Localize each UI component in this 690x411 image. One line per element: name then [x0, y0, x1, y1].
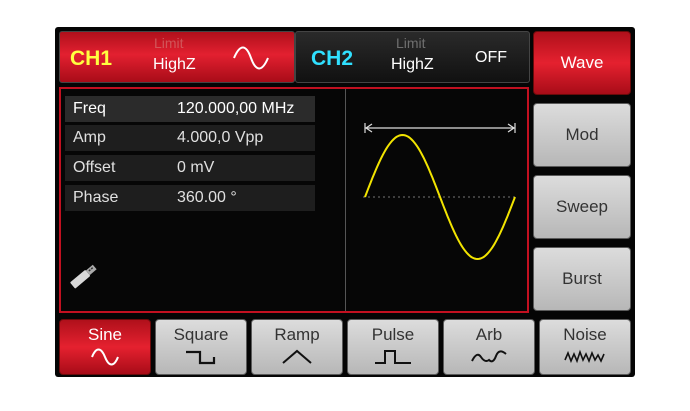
- menu-mod-button[interactable]: Mod: [533, 103, 631, 167]
- ch2-label: CH2: [311, 47, 354, 70]
- param-amp[interactable]: Amp 4.000,0 Vpp: [65, 125, 315, 151]
- param-value: 120.000,00 MHz: [177, 100, 295, 117]
- ch2-status-button[interactable]: CH2 Limit HighZ OFF: [295, 31, 530, 83]
- ch1-impedance: HighZ: [153, 56, 196, 73]
- wave-tab-pulse[interactable]: Pulse: [347, 319, 439, 375]
- waveform-preview: [363, 123, 517, 261]
- wave-tab-label: Pulse: [371, 325, 415, 344]
- wave-tab-label: Sine: [87, 325, 123, 344]
- parameter-panel: Freq 120.000,00 MHz Amp 4.000,0 Vpp Offs…: [59, 87, 529, 313]
- wave-tab-label: Square: [173, 325, 229, 344]
- param-value: 4.000,0 Vpp: [177, 129, 264, 146]
- arb-wave-icon: [471, 350, 507, 363]
- sine-trace: [364, 133, 516, 261]
- sine-icon: [233, 46, 269, 70]
- param-label: Freq: [73, 100, 106, 117]
- param-label: Phase: [73, 189, 119, 206]
- ch1-status-button[interactable]: CH1 Limit HighZ: [59, 31, 295, 83]
- generator-screen: CH1 Limit HighZ CH2 Limit HighZ OFF Wave…: [55, 27, 635, 377]
- param-value: 0 mV: [177, 159, 215, 176]
- ch2-limit-label: Limit: [396, 35, 426, 51]
- noise-wave-icon: [564, 349, 605, 364]
- wave-tab-label: Arb: [475, 325, 503, 344]
- param-label: Amp: [73, 129, 106, 146]
- ramp-wave-icon: [282, 349, 312, 364]
- ch2-output-state: OFF: [475, 49, 507, 66]
- param-offset[interactable]: Offset 0 mV: [65, 155, 315, 181]
- wave-tab-label: Ramp: [274, 325, 320, 344]
- menu-burst-button[interactable]: Burst: [533, 247, 631, 311]
- param-value: 360.00 °: [177, 189, 237, 206]
- wave-tab-sine[interactable]: Sine: [59, 319, 151, 375]
- wave-tab-ramp[interactable]: Ramp: [251, 319, 343, 375]
- sine-icon: [91, 348, 119, 366]
- square-wave-icon: [186, 350, 216, 365]
- param-label: Offset: [73, 159, 116, 176]
- wave-tab-square[interactable]: Square: [155, 319, 247, 375]
- menu-sweep-button[interactable]: Sweep: [533, 175, 631, 239]
- menu-wave-button[interactable]: Wave: [533, 31, 631, 95]
- panel-divider: [345, 89, 346, 311]
- wave-tab-arb[interactable]: Arb: [443, 319, 535, 375]
- ch2-impedance: HighZ: [391, 56, 434, 73]
- usb-icon: [70, 264, 97, 289]
- param-phase[interactable]: Phase 360.00 °: [65, 185, 315, 211]
- ch1-label: CH1: [70, 47, 113, 70]
- param-freq[interactable]: Freq 120.000,00 MHz: [65, 96, 315, 122]
- ch1-limit-label: Limit: [154, 35, 184, 51]
- period-marker: [364, 123, 516, 133]
- wave-tab-noise[interactable]: Noise: [539, 319, 631, 375]
- pulse-wave-icon: [375, 350, 411, 364]
- wave-tab-label: Noise: [563, 325, 607, 344]
